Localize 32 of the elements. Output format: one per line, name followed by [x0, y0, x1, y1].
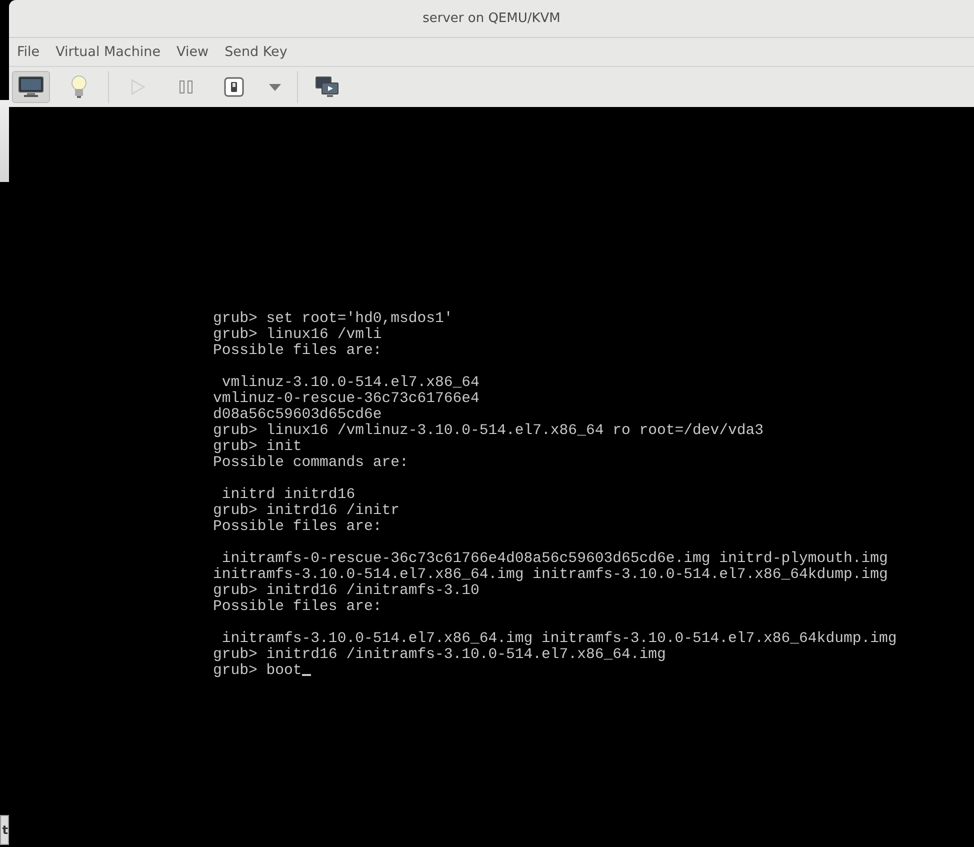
pause-icon [179, 80, 193, 94]
console-line: grub> initrd16 /initr [213, 503, 400, 519]
console-line: grub> boot [213, 663, 302, 679]
console-line: initramfs-0-rescue-36c73c61766e4d08a56c59603d65cd6e.img initrd-plymouth.img [220, 551, 888, 567]
console-line: grub> init [213, 439, 302, 455]
caret-icon [269, 84, 281, 90]
console-line: grub> linux16 /vmlinuz-3.10.0-514.el7.x86_64 ro root=/dev/vda3 [213, 423, 764, 439]
console-line: grub> initrd16 /initramfs-3.10 [213, 583, 480, 599]
console-line: Possible files are: [213, 343, 382, 359]
screens-icon [315, 76, 339, 98]
console-line: vmlinuz-3.10.0-514.el7.x86_64 [220, 375, 480, 391]
console-line: grub> initrd16 /initramfs-3.10.0-514.el7.x86_64.img [213, 647, 666, 663]
console-line: grub> linux16 /vmli [213, 327, 382, 343]
console-line: Possible files are: [213, 519, 382, 535]
console-line: Possible files are: [213, 599, 382, 615]
monitor-icon [18, 76, 44, 98]
lightbulb-icon [70, 75, 88, 99]
console-line: vmlinuz-0-rescue-36c73c61766e4 [213, 391, 480, 407]
console-line: initramfs-3.10.0-514.el7.x86_64.img initramfs-3.10.0-514.el7.x86_64kdump.img [220, 631, 897, 647]
console-line: initrd initrd16 [220, 487, 356, 503]
menu-item[interactable]: Virtual Machine [56, 44, 161, 60]
switch-icon [224, 77, 244, 97]
background-window-button[interactable]: t [0, 815, 9, 845]
toolbar-button[interactable] [12, 71, 50, 103]
console-line: initramfs-3.10.0-514.el7.x86_64.img initramfs-3.10.0-514.el7.x86_64kdump.img [213, 567, 888, 583]
menu-item[interactable]: View [176, 44, 209, 60]
console-line: d08a56c59603d65cd6e [213, 407, 382, 423]
window-title: server on QEMU/KVM [422, 11, 560, 26]
menu-item[interactable]: File [17, 44, 40, 60]
console-line: Possible commands are: [213, 455, 408, 471]
console-line: grub> set root='hd0,msdos1' [213, 311, 453, 327]
menu-item[interactable]: Send Key [224, 44, 288, 60]
